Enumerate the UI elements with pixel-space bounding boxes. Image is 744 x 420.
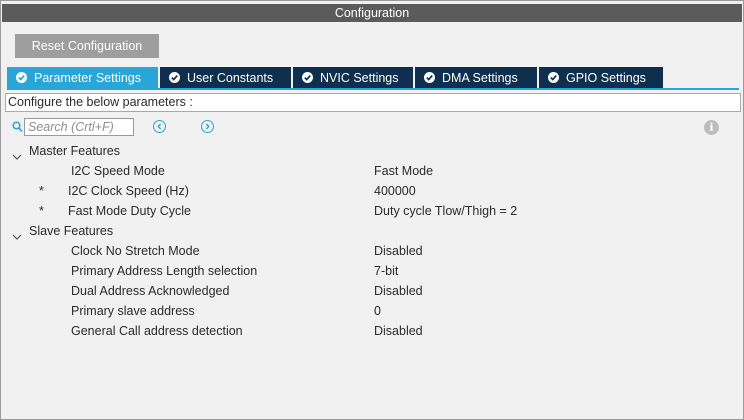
search-input[interactable] — [24, 118, 134, 136]
group-label: Master Features — [29, 144, 121, 158]
reset-configuration-button[interactable]: Reset Configuration — [15, 34, 159, 58]
param-name: Clock No Stretch Mode — [71, 244, 200, 258]
group-label: Slave Features — [29, 224, 114, 238]
panel-title: Configuration — [2, 4, 742, 22]
tab-nvic-settings[interactable]: NVIC Settings — [293, 67, 413, 88]
param-row[interactable]: I2C Speed Mode Fast Mode — [1, 161, 744, 181]
param-value[interactable]: Disabled — [374, 281, 423, 301]
check-circle-icon — [16, 72, 27, 83]
param-value[interactable]: Disabled — [374, 241, 423, 261]
group-master-features[interactable]: Master Features — [1, 141, 744, 161]
required-marker: * — [39, 204, 44, 218]
check-circle-icon — [169, 72, 180, 83]
param-row[interactable]: Clock No Stretch Mode Disabled — [1, 241, 744, 261]
param-row[interactable]: General Call address detection Disabled — [1, 321, 744, 341]
param-row[interactable]: * Fast Mode Duty Cycle Duty cycle Tlow/T… — [1, 201, 744, 221]
required-marker: * — [39, 184, 44, 198]
param-name: General Call address detection — [71, 324, 243, 338]
param-name: Primary slave address — [71, 304, 195, 318]
tab-label: Parameter Settings — [34, 70, 141, 85]
param-name: Fast Mode Duty Cycle — [68, 204, 191, 218]
configuration-panel: Configuration Reset Configuration Parame… — [0, 0, 744, 420]
info-icon[interactable]: i — [704, 120, 719, 135]
param-name: I2C Clock Speed (Hz) — [68, 184, 189, 198]
tab-underline — [7, 88, 739, 90]
param-name: Primary Address Length selection — [71, 264, 258, 278]
tab-user-constants[interactable]: User Constants — [160, 67, 291, 88]
tab-label: User Constants — [187, 70, 274, 85]
tab-label: NVIC Settings — [320, 70, 399, 85]
arrow-left-circle-icon[interactable] — [153, 120, 166, 133]
tab-dma-settings[interactable]: DMA Settings — [415, 67, 537, 88]
tab-label: GPIO Settings — [566, 70, 646, 85]
param-value[interactable]: Duty cycle Tlow/Thigh = 2 — [374, 201, 517, 221]
description-box: Configure the below parameters : — [5, 93, 741, 112]
param-value[interactable]: 7-bit — [374, 261, 398, 281]
param-row[interactable]: Primary slave address 0 — [1, 301, 744, 321]
tab-label: DMA Settings — [442, 70, 518, 85]
check-circle-icon — [424, 72, 435, 83]
param-row[interactable]: Primary Address Length selection 7-bit — [1, 261, 744, 281]
param-value[interactable]: 0 — [374, 301, 381, 321]
param-value[interactable]: Disabled — [374, 321, 423, 341]
param-row[interactable]: * I2C Clock Speed (Hz) 400000 — [1, 181, 744, 201]
param-name: I2C Speed Mode — [71, 164, 165, 178]
check-circle-icon — [302, 72, 313, 83]
param-name: Dual Address Acknowledged — [71, 284, 230, 298]
param-value[interactable]: Fast Mode — [374, 161, 433, 181]
check-circle-icon — [548, 72, 559, 83]
param-row[interactable]: Dual Address Acknowledged Disabled — [1, 281, 744, 301]
tab-gpio-settings[interactable]: GPIO Settings — [539, 67, 663, 88]
arrow-right-circle-icon[interactable] — [201, 120, 214, 133]
tab-parameter-settings[interactable]: Parameter Settings — [7, 67, 158, 88]
tab-bar: Parameter Settings User Constants NVIC S… — [7, 67, 665, 88]
group-slave-features[interactable]: Slave Features — [1, 221, 744, 241]
search-icon[interactable] — [12, 121, 23, 136]
param-value[interactable]: 400000 — [374, 181, 416, 201]
